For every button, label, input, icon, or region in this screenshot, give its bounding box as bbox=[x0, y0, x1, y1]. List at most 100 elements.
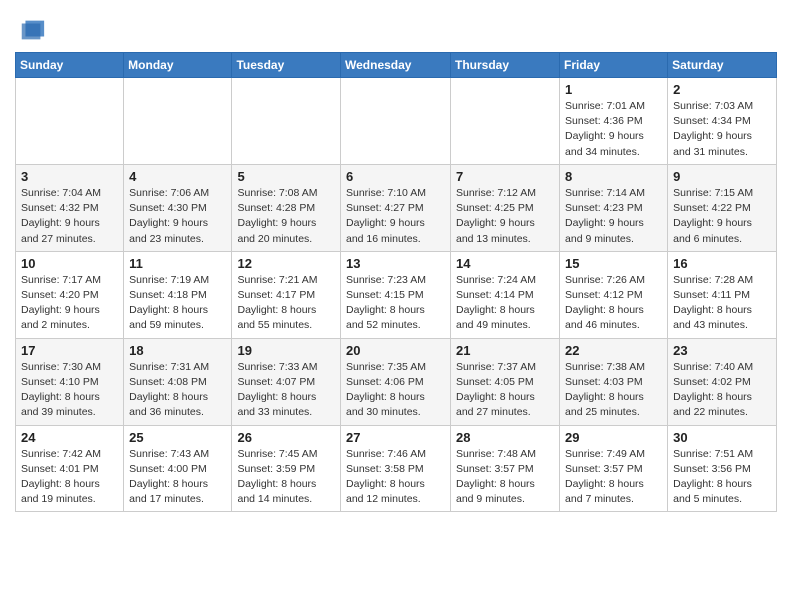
day-number: 28 bbox=[456, 430, 554, 445]
day-number: 3 bbox=[21, 169, 118, 184]
day-info: Sunrise: 7:06 AM Sunset: 4:30 PM Dayligh… bbox=[129, 186, 226, 247]
calendar-cell bbox=[16, 78, 124, 165]
day-info: Sunrise: 7:10 AM Sunset: 4:27 PM Dayligh… bbox=[346, 186, 445, 247]
day-number: 6 bbox=[346, 169, 445, 184]
day-info: Sunrise: 7:33 AM Sunset: 4:07 PM Dayligh… bbox=[237, 360, 335, 421]
weekday-header: Wednesday bbox=[341, 53, 451, 78]
calendar-week-row: 10 Sunrise: 7:17 AM Sunset: 4:20 PM Dayli… bbox=[16, 251, 777, 338]
day-number: 16 bbox=[673, 256, 771, 271]
day-info: Sunrise: 7:01 AM Sunset: 4:36 PM Dayligh… bbox=[565, 99, 662, 160]
day-info: Sunrise: 7:17 AM Sunset: 4:20 PM Dayligh… bbox=[21, 273, 118, 334]
day-info: Sunrise: 7:14 AM Sunset: 4:23 PM Dayligh… bbox=[565, 186, 662, 247]
day-number: 15 bbox=[565, 256, 662, 271]
calendar-header-row: SundayMondayTuesdayWednesdayThursdayFrid… bbox=[16, 53, 777, 78]
calendar-cell: 11 Sunrise: 7:19 AM Sunset: 4:18 PM Dayli… bbox=[124, 251, 232, 338]
calendar-week-row: 24 Sunrise: 7:42 AM Sunset: 4:01 PM Dayli… bbox=[16, 425, 777, 512]
day-number: 23 bbox=[673, 343, 771, 358]
day-info: Sunrise: 7:46 AM Sunset: 3:58 PM Dayligh… bbox=[346, 447, 445, 508]
calendar-cell bbox=[451, 78, 560, 165]
day-info: Sunrise: 7:08 AM Sunset: 4:28 PM Dayligh… bbox=[237, 186, 335, 247]
day-info: Sunrise: 7:45 AM Sunset: 3:59 PM Dayligh… bbox=[237, 447, 335, 508]
calendar-cell: 25Sunrise: 7:43 AM Sunset: 4:00 PM Dayli… bbox=[124, 425, 232, 512]
calendar-cell: 28Sunrise: 7:48 AM Sunset: 3:57 PM Dayli… bbox=[451, 425, 560, 512]
day-number: 4 bbox=[129, 169, 226, 184]
calendar-cell: 23Sunrise: 7:40 AM Sunset: 4:02 PM Dayli… bbox=[668, 338, 777, 425]
day-info: Sunrise: 7:03 AM Sunset: 4:34 PM Dayligh… bbox=[673, 99, 771, 160]
day-info: Sunrise: 7:28 AM Sunset: 4:11 PM Dayligh… bbox=[673, 273, 771, 334]
calendar-cell: 10 Sunrise: 7:17 AM Sunset: 4:20 PM Dayli… bbox=[16, 251, 124, 338]
calendar-cell: 1 Sunrise: 7:01 AM Sunset: 4:36 PM Daylig… bbox=[560, 78, 668, 165]
day-info: Sunrise: 7:15 AM Sunset: 4:22 PM Dayligh… bbox=[673, 186, 771, 247]
day-info: Sunrise: 7:49 AM Sunset: 3:57 PM Dayligh… bbox=[565, 447, 662, 508]
day-info: Sunrise: 7:04 AM Sunset: 4:32 PM Dayligh… bbox=[21, 186, 118, 247]
calendar-week-row: 3 Sunrise: 7:04 AM Sunset: 4:32 PM Daylig… bbox=[16, 164, 777, 251]
calendar-cell: 12 Sunrise: 7:21 AM Sunset: 4:17 PM Dayli… bbox=[232, 251, 341, 338]
day-info: Sunrise: 7:24 AM Sunset: 4:14 PM Dayligh… bbox=[456, 273, 554, 334]
calendar-cell: 3 Sunrise: 7:04 AM Sunset: 4:32 PM Daylig… bbox=[16, 164, 124, 251]
calendar: SundayMondayTuesdayWednesdayThursdayFrid… bbox=[15, 52, 777, 512]
calendar-cell: 8 Sunrise: 7:14 AM Sunset: 4:23 PM Daylig… bbox=[560, 164, 668, 251]
weekday-header: Monday bbox=[124, 53, 232, 78]
calendar-cell: 16 Sunrise: 7:28 AM Sunset: 4:11 PM Dayli… bbox=[668, 251, 777, 338]
calendar-cell: 30 Sunrise: 7:51 AM Sunset: 3:56 PM Dayli… bbox=[668, 425, 777, 512]
day-number: 19 bbox=[237, 343, 335, 358]
weekday-header: Friday bbox=[560, 53, 668, 78]
weekday-header: Tuesday bbox=[232, 53, 341, 78]
calendar-cell: 24 Sunrise: 7:42 AM Sunset: 4:01 PM Dayli… bbox=[16, 425, 124, 512]
day-number: 8 bbox=[565, 169, 662, 184]
day-number: 21 bbox=[456, 343, 554, 358]
calendar-cell bbox=[341, 78, 451, 165]
day-info: Sunrise: 7:51 AM Sunset: 3:56 PM Dayligh… bbox=[673, 447, 771, 508]
day-number: 7 bbox=[456, 169, 554, 184]
day-number: 11 bbox=[129, 256, 226, 271]
calendar-cell: 20 Sunrise: 7:35 AM Sunset: 4:06 PM Dayli… bbox=[341, 338, 451, 425]
calendar-cell: 21 Sunrise: 7:37 AM Sunset: 4:05 PM Dayli… bbox=[451, 338, 560, 425]
calendar-cell: 14 Sunrise: 7:24 AM Sunset: 4:14 PM Dayli… bbox=[451, 251, 560, 338]
header bbox=[15, 10, 777, 46]
day-info: Sunrise: 7:12 AM Sunset: 4:25 PM Dayligh… bbox=[456, 186, 554, 247]
day-info: Sunrise: 7:38 AM Sunset: 4:03 PM Dayligh… bbox=[565, 360, 662, 421]
calendar-cell: 4 Sunrise: 7:06 AM Sunset: 4:30 PM Daylig… bbox=[124, 164, 232, 251]
calendar-cell bbox=[232, 78, 341, 165]
calendar-cell: 19 Sunrise: 7:33 AM Sunset: 4:07 PM Dayli… bbox=[232, 338, 341, 425]
calendar-cell: 29 Sunrise: 7:49 AM Sunset: 3:57 PM Dayli… bbox=[560, 425, 668, 512]
logo bbox=[15, 18, 46, 46]
day-number: 12 bbox=[237, 256, 335, 271]
day-number: 1 bbox=[565, 82, 662, 97]
day-number: 26 bbox=[237, 430, 335, 445]
logo-icon bbox=[18, 16, 46, 44]
day-info: Sunrise: 7:35 AM Sunset: 4:06 PM Dayligh… bbox=[346, 360, 445, 421]
day-number: 13 bbox=[346, 256, 445, 271]
calendar-week-row: 1 Sunrise: 7:01 AM Sunset: 4:36 PM Daylig… bbox=[16, 78, 777, 165]
calendar-cell: 17Sunrise: 7:30 AM Sunset: 4:10 PM Dayli… bbox=[16, 338, 124, 425]
day-info: Sunrise: 7:26 AM Sunset: 4:12 PM Dayligh… bbox=[565, 273, 662, 334]
day-info: Sunrise: 7:31 AM Sunset: 4:08 PM Dayligh… bbox=[129, 360, 226, 421]
day-info: Sunrise: 7:23 AM Sunset: 4:15 PM Dayligh… bbox=[346, 273, 445, 334]
calendar-cell: 27 Sunrise: 7:46 AM Sunset: 3:58 PM Dayli… bbox=[341, 425, 451, 512]
day-number: 10 bbox=[21, 256, 118, 271]
day-info: Sunrise: 7:19 AM Sunset: 4:18 PM Dayligh… bbox=[129, 273, 226, 334]
day-number: 18 bbox=[129, 343, 226, 358]
day-number: 30 bbox=[673, 430, 771, 445]
calendar-cell: 18 Sunrise: 7:31 AM Sunset: 4:08 PM Dayli… bbox=[124, 338, 232, 425]
calendar-cell bbox=[124, 78, 232, 165]
weekday-header: Sunday bbox=[16, 53, 124, 78]
calendar-cell: 22Sunrise: 7:38 AM Sunset: 4:03 PM Dayli… bbox=[560, 338, 668, 425]
day-info: Sunrise: 7:42 AM Sunset: 4:01 PM Dayligh… bbox=[21, 447, 118, 508]
calendar-cell: 7 Sunrise: 7:12 AM Sunset: 4:25 PM Daylig… bbox=[451, 164, 560, 251]
day-number: 2 bbox=[673, 82, 771, 97]
calendar-cell: 26 Sunrise: 7:45 AM Sunset: 3:59 PM Dayli… bbox=[232, 425, 341, 512]
weekday-header: Saturday bbox=[668, 53, 777, 78]
calendar-cell: 15 Sunrise: 7:26 AM Sunset: 4:12 PM Dayli… bbox=[560, 251, 668, 338]
day-number: 24 bbox=[21, 430, 118, 445]
day-info: Sunrise: 7:21 AM Sunset: 4:17 PM Dayligh… bbox=[237, 273, 335, 334]
day-number: 29 bbox=[565, 430, 662, 445]
calendar-cell: 5 Sunrise: 7:08 AM Sunset: 4:28 PM Daylig… bbox=[232, 164, 341, 251]
calendar-cell: 2 Sunrise: 7:03 AM Sunset: 4:34 PM Daylig… bbox=[668, 78, 777, 165]
day-info: Sunrise: 7:43 AM Sunset: 4:00 PM Dayligh… bbox=[129, 447, 226, 508]
day-info: Sunrise: 7:37 AM Sunset: 4:05 PM Dayligh… bbox=[456, 360, 554, 421]
day-number: 20 bbox=[346, 343, 445, 358]
day-number: 5 bbox=[237, 169, 335, 184]
day-number: 14 bbox=[456, 256, 554, 271]
day-number: 27 bbox=[346, 430, 445, 445]
